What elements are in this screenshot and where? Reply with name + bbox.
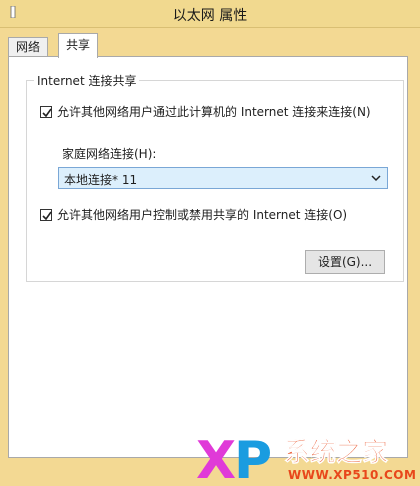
tab-network[interactable]: 网络 [8,37,49,57]
svg-text:P: P [234,431,272,486]
allow-connect-option[interactable]: 允许其他网络用户通过此计算机的 Internet 连接来连接(N) [40,103,371,120]
checkmark-icon [42,211,52,220]
home-network-value: 本地连接* 11 [64,173,138,187]
watermark-url: WWW.XP510.COM [288,468,417,482]
svg-text:X: X [196,431,236,486]
allow-control-option[interactable]: 允许其他网络用户控制或禁用共享的 Internet 连接(O) [40,206,347,223]
window-title: 以太网 属性 [172,8,248,24]
allow-control-label: 允许其他网络用户控制或禁用共享的 Internet 连接(O) [57,208,348,222]
home-network-dropdown[interactable]: 本地连接* 11 [58,167,388,189]
allow-control-checkbox[interactable] [40,208,52,221]
ics-group-title: Internet 连接共享 [34,72,140,89]
checkmark-icon [42,108,52,117]
settings-button[interactable]: 设置(G)... [305,250,385,274]
title-bar: 以太网 属性 [0,0,420,28]
tab-sharing[interactable]: 共享 [58,33,99,58]
chevron-down-icon [371,175,381,182]
svg-text:系统之家: 系统之家 [284,437,388,468]
home-network-label: 家庭网络连接(H): [62,147,157,161]
allow-connect-label: 允许其他网络用户通过此计算机的 Internet 连接来连接(N) [57,105,371,119]
allow-connect-checkbox[interactable] [40,105,52,118]
